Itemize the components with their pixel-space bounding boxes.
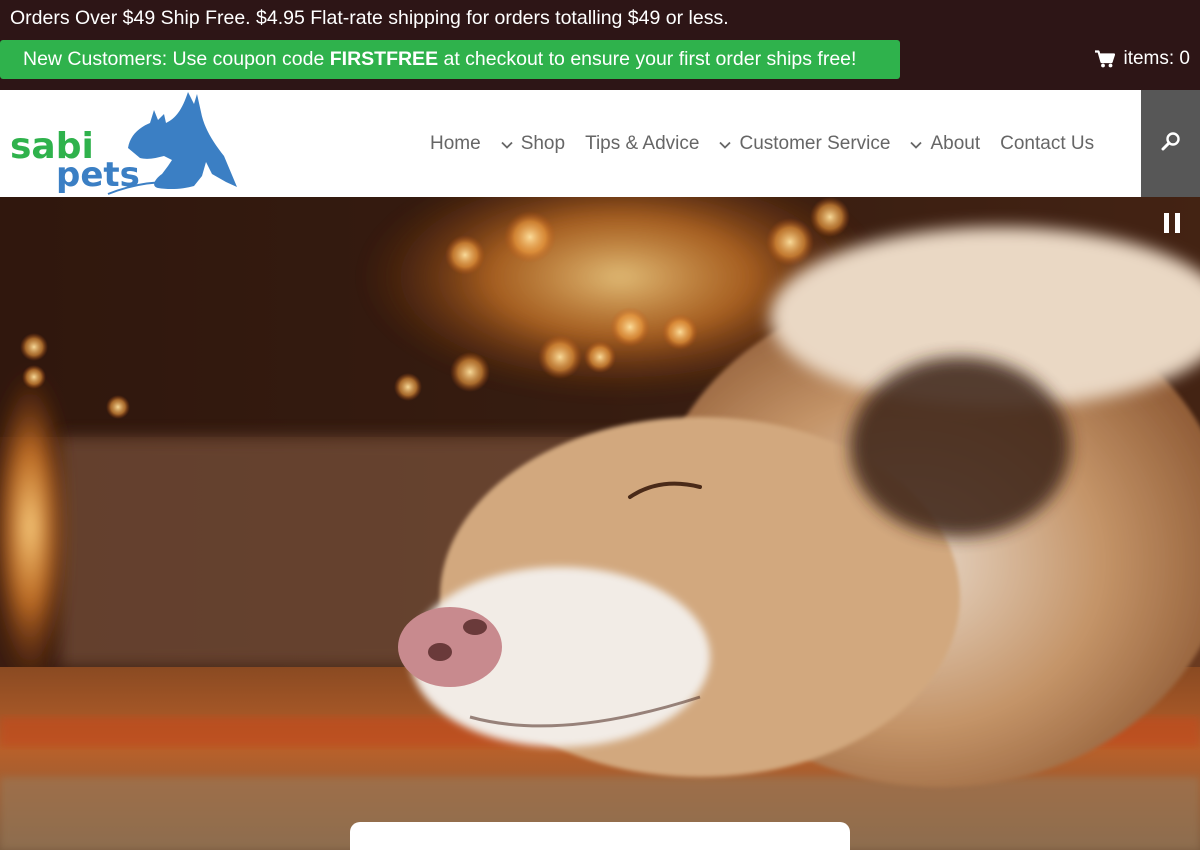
nav-item-tips[interactable]: Tips & Advice <box>585 133 699 155</box>
coupon-banner: New Customers: Use coupon code FIRSTFREE… <box>0 40 900 79</box>
site-header: sabi pets Home Shop Tips & Advice Custom… <box>0 90 1200 197</box>
nav-label: Shop <box>520 132 566 154</box>
logo-text-pets: pets <box>56 155 140 195</box>
coupon-code: FIRSTFREE <box>329 48 439 70</box>
nav-label: Customer Service <box>739 132 891 154</box>
nav-item-shop[interactable]: Shop <box>501 133 565 155</box>
announcement-bar: Orders Over $49 Ship Free. $4.95 Flat-ra… <box>0 0 1200 90</box>
chevron-down-icon <box>501 133 513 155</box>
shipping-notice: Orders Over $49 Ship Free. $4.95 Flat-ra… <box>10 7 729 29</box>
main-nav: Home Shop Tips & Advice Customer Service… <box>420 90 1104 197</box>
search-button[interactable] <box>1141 90 1200 197</box>
pause-icon <box>1175 213 1180 233</box>
coupon-prefix: New Customers: Use coupon code <box>23 48 330 70</box>
nav-item-contact[interactable]: Contact Us <box>1000 133 1094 155</box>
chevron-down-icon <box>910 133 923 155</box>
cart-count: items: 0 <box>1123 48 1190 69</box>
slider-pause-button[interactable] <box>1164 213 1180 233</box>
pause-icon <box>1164 213 1169 233</box>
cart-link[interactable]: items: 0 <box>1095 48 1190 70</box>
dog-cat-silhouette <box>128 92 237 190</box>
nav-label: Home <box>430 132 481 154</box>
nav-item-customer-service[interactable]: Customer Service <box>719 133 890 155</box>
search-icon <box>1161 131 1181 156</box>
shopping-cart-icon <box>1095 50 1116 68</box>
coupon-suffix: at checkout to ensure your first order s… <box>438 48 857 70</box>
site-logo[interactable]: sabi pets <box>8 90 240 197</box>
nav-item-home[interactable]: Home <box>430 133 481 155</box>
nav-label: Tips & Advice <box>585 132 700 154</box>
hero-content-card <box>350 822 850 850</box>
nav-label: About <box>930 132 981 154</box>
hero-image <box>0 197 1200 850</box>
nav-label: Contact Us <box>1000 132 1095 154</box>
chevron-down-icon <box>719 133 732 155</box>
nav-item-about[interactable]: About <box>910 133 980 155</box>
hero-slider <box>0 197 1200 850</box>
